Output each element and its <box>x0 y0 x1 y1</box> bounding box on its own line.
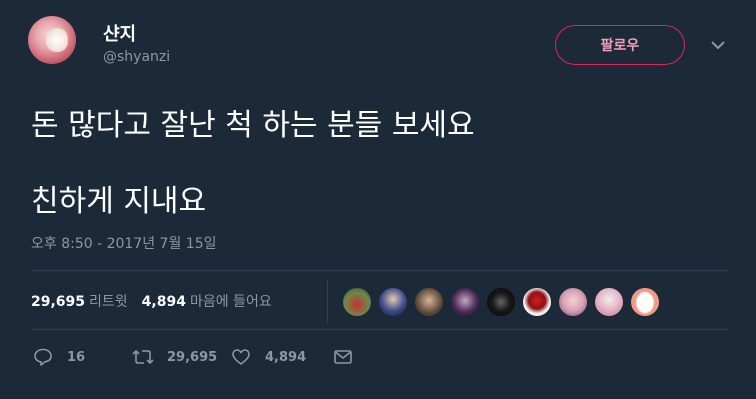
likes-count[interactable]: 4,894 <box>142 294 186 310</box>
reply-icon[interactable] <box>33 347 53 367</box>
liker-avatar-6[interactable] <box>521 286 553 318</box>
likes-label[interactable]: 마음에 들어요 <box>190 294 272 310</box>
chevron-down-icon[interactable] <box>710 40 726 50</box>
retweet-icon[interactable] <box>131 347 155 367</box>
tweet-text-line-2: 친하게 지내요 <box>31 184 207 219</box>
follow-button[interactable]: 팔로우 <box>555 25 685 65</box>
tweet-stats: 29,695 리트윗 4,894 마음에 들어요 <box>31 291 272 311</box>
stats-separator <box>327 279 328 323</box>
divider-bottom <box>31 329 728 330</box>
heart-icon[interactable] <box>231 347 251 367</box>
tweet-timestamp[interactable]: 오후 8:50 - 2017년 7월 15일 <box>31 233 217 253</box>
message-icon[interactable] <box>333 347 353 367</box>
reply-action[interactable]: 16 <box>33 347 85 367</box>
reply-count: 16 <box>67 349 86 365</box>
liker-avatar-1[interactable] <box>341 286 373 318</box>
retweet-count: 29,695 <box>167 349 218 365</box>
liker-avatar-7[interactable] <box>557 286 589 318</box>
profile-avatar[interactable] <box>28 16 76 64</box>
retweets-label[interactable]: 리트윗 <box>89 294 128 310</box>
message-action[interactable] <box>333 347 353 367</box>
user-handle[interactable]: @shyanzi <box>103 49 170 65</box>
tweet-text-line-1: 돈 많다고 잘난 척 하는 분들 보세요 <box>31 108 475 143</box>
display-name[interactable]: 샨지 <box>103 20 136 46</box>
liker-avatar-2[interactable] <box>377 286 409 318</box>
retweet-action[interactable]: 29,695 <box>131 347 217 367</box>
liker-avatar-5[interactable] <box>485 286 517 318</box>
like-count: 4,894 <box>265 349 307 365</box>
liker-avatar-9[interactable] <box>629 286 661 318</box>
liker-avatar-3[interactable] <box>413 286 445 318</box>
like-action[interactable]: 4,894 <box>231 347 306 367</box>
retweets-count[interactable]: 29,695 <box>31 294 85 310</box>
tweet-actions: 16 29,695 4,894 <box>0 347 756 371</box>
liker-avatar-8[interactable] <box>593 286 625 318</box>
divider-top <box>31 270 728 271</box>
liker-avatar-4[interactable] <box>449 286 481 318</box>
